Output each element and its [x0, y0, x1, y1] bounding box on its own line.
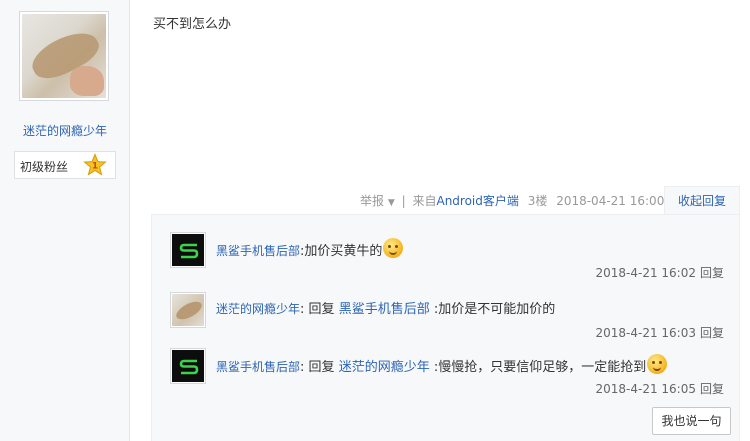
source-client-link[interactable]: Android客户端	[436, 194, 518, 208]
author-avatar-image	[22, 14, 106, 98]
reply-avatar[interactable]	[170, 292, 206, 328]
reply-prefix: 回复	[308, 302, 335, 317]
reply-prefix: 回复	[308, 360, 335, 375]
reply-author[interactable]: 黑鲨手机售后部	[216, 360, 300, 374]
reply-text: 加价买黄牛的	[304, 244, 383, 259]
level-number: 1	[92, 162, 98, 172]
shark-s-logo-icon	[179, 243, 199, 259]
source-prefix: 来自	[412, 194, 437, 208]
reply-item: 黑鲨手机售后部:加价买黄牛的 2018-4-21 16:02 回复	[170, 232, 730, 288]
level-title: 初级粉丝	[20, 160, 69, 174]
collapse-replies-tab[interactable]: 收起回复	[664, 186, 740, 215]
smiley-emoji-icon	[383, 238, 404, 258]
author-avatar[interactable]	[19, 11, 109, 101]
shark-s-logo-icon	[179, 359, 199, 375]
reply-target[interactable]: 迷茫的网瘾少年	[339, 360, 430, 375]
reply-link[interactable]: 回复	[700, 382, 724, 396]
reply-text-line: 黑鲨手机售后部: 回复 迷茫的网瘾少年 :慢慢抢，只要信仰足够，一定能抢到	[216, 354, 668, 375]
reply-text-line: 黑鲨手机售后部:加价买黄牛的	[216, 238, 404, 259]
post-meta-bar: 举报 ▼ | 来自Android客户端 3楼 2018-04-21 16:00	[360, 192, 664, 209]
smiley-emoji-icon	[647, 354, 668, 374]
reply-author[interactable]: 黑鲨手机售后部	[216, 244, 300, 258]
reply-time: 2018-4-21 16:02	[595, 266, 696, 280]
reply-text: 慢慢抢，只要信仰足够，一定能抢到	[438, 360, 647, 375]
meta-divider: |	[401, 194, 406, 208]
reply-meta: 2018-4-21 16:03 回复	[595, 324, 724, 341]
add-reply-button[interactable]: 我也说一句	[652, 407, 731, 435]
reply-text: 加价是不可能加价的	[438, 302, 556, 317]
reply-meta: 2018-4-21 16:02 回复	[595, 264, 724, 281]
post-datetime: 2018-04-21 16:00	[556, 194, 665, 208]
report-link[interactable]: 举报	[360, 194, 384, 208]
reply-item: 迷茫的网瘾少年: 回复 黑鲨手机售后部 :加价是不可能加价的 2018-4-21…	[170, 292, 730, 348]
author-sidebar: 迷茫的网瘾少年 初级粉丝 1	[0, 0, 130, 441]
reply-author[interactable]: 迷茫的网瘾少年	[216, 302, 300, 316]
reply-link[interactable]: 回复	[700, 326, 724, 340]
author-username[interactable]: 迷茫的网瘾少年	[0, 122, 130, 139]
reply-avatar[interactable]	[170, 348, 206, 384]
reply-link[interactable]: 回复	[700, 266, 724, 280]
reply-item: 黑鲨手机售后部: 回复 迷茫的网瘾少年 :慢慢抢，只要信仰足够，一定能抢到 20…	[170, 348, 730, 404]
level-star-icon: 1	[83, 153, 107, 176]
post-content: 买不到怎么办	[153, 17, 232, 32]
reply-target[interactable]: 黑鲨手机售后部	[339, 302, 430, 317]
floor-number: 3楼	[527, 194, 548, 208]
chevron-down-icon[interactable]: ▼	[388, 198, 395, 208]
fan-level-badge[interactable]: 初级粉丝 1	[14, 151, 116, 179]
reply-meta: 2018-4-21 16:05 回复	[595, 380, 724, 397]
reply-avatar[interactable]	[170, 232, 206, 268]
reply-time: 2018-4-21 16:05	[595, 382, 696, 396]
reply-text-line: 迷茫的网瘾少年: 回复 黑鲨手机售后部 :加价是不可能加价的	[216, 302, 556, 317]
reply-panel: 黑鲨手机售后部:加价买黄牛的 2018-4-21 16:02 回复 迷茫的网瘾少年…	[151, 214, 740, 441]
leaf-photo-avatar	[172, 294, 204, 326]
reply-time: 2018-4-21 16:03	[595, 326, 696, 340]
